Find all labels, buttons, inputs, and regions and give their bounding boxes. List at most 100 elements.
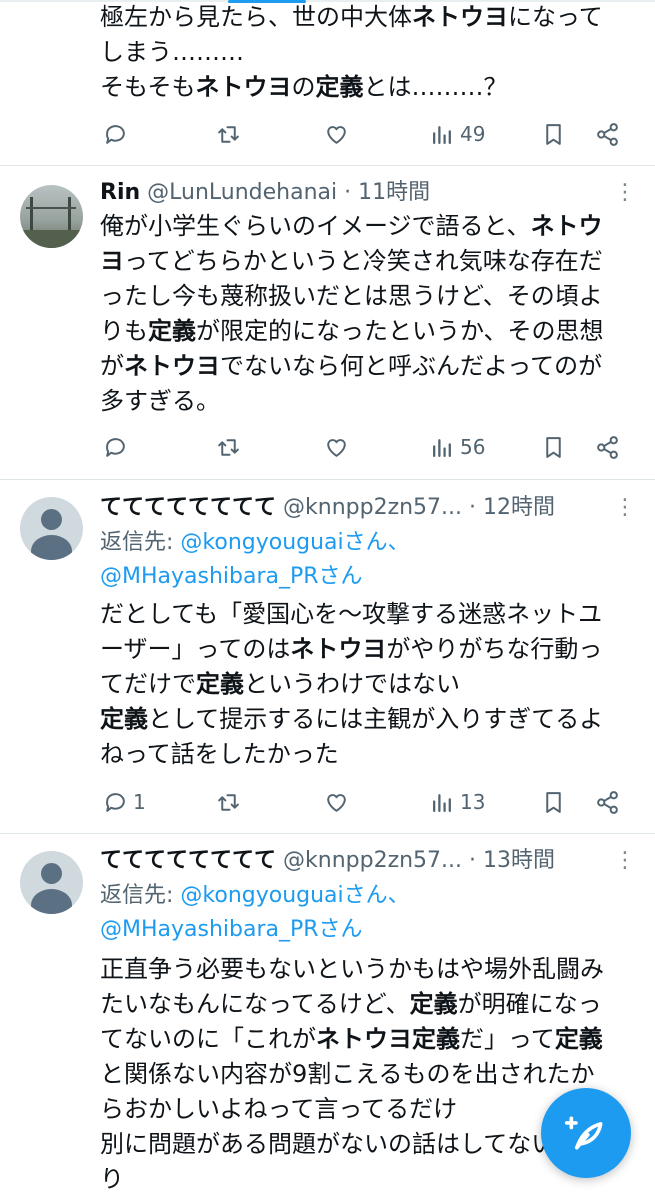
tweet-header: てててててててて @knnpp2zn57... · 13時間	[100, 844, 555, 878]
like-button[interactable]	[324, 429, 354, 465]
mention-link[interactable]: @kongyouguaiさん、	[180, 883, 409, 908]
tweet-actions: 49	[0, 116, 655, 152]
bookmark-button[interactable]	[541, 116, 566, 152]
text-segment: になって	[508, 3, 603, 31]
views-button[interactable]: 56	[430, 429, 485, 465]
bookmark-button[interactable]	[541, 784, 566, 820]
views-icon	[433, 438, 451, 457]
share-button[interactable]	[595, 784, 620, 820]
text-segment: が	[100, 352, 124, 380]
tweet-0[interactable]: 極左から見たら、世の中大体ネトウヨになって しまう……… そもそもネトウヨの定義とは…	[0, 0, 655, 166]
text-segment: として提示するには主観が入りすぎてるよ	[148, 705, 604, 733]
text-line: がネトウヨでないなら何と呼ぶんだよってのが	[100, 349, 645, 384]
keyword-highlight: ネトウヨ定義	[316, 1025, 460, 1053]
tweet-text: 俺が小学生ぐらいのイメージで語ると、ネトウヨってどちらかというと冷笑され気味な存…	[100, 209, 645, 419]
share-button[interactable]	[595, 429, 620, 465]
share-button[interactable]	[595, 116, 620, 152]
more-icon[interactable]: ⋮	[614, 495, 637, 520]
like-button[interactable]	[324, 784, 354, 820]
text-segment: 別に問題がある問題がないの話はしてないつも	[100, 1130, 604, 1158]
tweet-text: だとしても「愛国心を〜攻撃する迷惑ネットユ ーザー」ってのはネトウヨがやりがちな行…	[100, 597, 645, 772]
reply-context: 返信先: @kongyouguaiさん、	[100, 883, 410, 908]
tweet-actions: 1 13	[0, 784, 655, 820]
separator: ·	[469, 495, 477, 520]
keyword-highlight: ネトウヨ	[412, 3, 508, 31]
display-name[interactable]: てててててててて	[100, 848, 276, 873]
text-segment: が明確になっ	[457, 990, 602, 1018]
text-segment: 極左から見たら、世の中大体	[100, 3, 412, 31]
retweet-icon	[218, 125, 239, 143]
timestamp[interactable]: 12時間	[483, 495, 555, 520]
separator: ·	[344, 180, 352, 205]
text-line: 正直争う必要もないというかもはや場外乱闘み	[100, 952, 645, 987]
retweet-button[interactable]	[216, 784, 246, 820]
views-button[interactable]: 13	[430, 784, 485, 820]
text-segment: りも	[100, 317, 148, 345]
keyword-highlight: ネトウヨ	[195, 73, 292, 101]
tweet-2[interactable]: てててててててて @knnpp2zn57... · 12時間 ⋮ 返信先: @k…	[0, 480, 655, 834]
tweet-1[interactable]: Rin @LunLundehanai · 11時間 ⋮ 俺が小学生ぐらいのイメー…	[0, 166, 655, 480]
text-line: だとしても「愛国心を〜攻撃する迷惑ネットユ	[100, 597, 645, 632]
text-segment: ーザー」ってのは	[100, 635, 291, 663]
bookmark-icon	[546, 791, 561, 813]
text-segment: そもそも	[100, 73, 196, 101]
compose-button[interactable]	[541, 1088, 631, 1178]
keyword-highlight: 定義	[196, 670, 244, 698]
text-line: てだけで定義というわけではない	[100, 667, 645, 702]
keyword-highlight: 定義	[148, 317, 196, 345]
text-segment: とは………？	[363, 73, 508, 101]
text-segment: てないのに「これが	[100, 1025, 316, 1053]
user-handle[interactable]: @knnpp2zn57...	[283, 848, 462, 873]
text-segment: だ」って	[460, 1025, 555, 1053]
views-icon	[433, 125, 451, 144]
text-segment: 俺が小学生ぐらいのイメージで語ると、	[100, 212, 531, 240]
more-icon[interactable]: ⋮	[614, 848, 637, 873]
bookmark-button[interactable]	[541, 429, 566, 465]
more-icon[interactable]: ⋮	[614, 180, 637, 205]
reply-icon	[106, 437, 125, 457]
keyword-highlight: ヨ	[100, 247, 124, 275]
user-handle[interactable]: @LunLundehanai	[147, 180, 337, 205]
retweet-icon	[218, 793, 239, 811]
reply-icon	[106, 792, 125, 812]
text-line: ったし今も蔑称扱いだとは思うけど、その頃よ	[100, 279, 645, 314]
mention-link[interactable]: @MHayashibara_PRさん	[100, 564, 363, 589]
text-line: 極左から見たら、世の中大体ネトウヨになって	[100, 0, 645, 35]
avatar[interactable]	[20, 851, 83, 914]
like-button[interactable]	[324, 116, 354, 152]
display-name[interactable]: てててててててて	[100, 495, 276, 520]
compose-icon	[564, 1116, 603, 1150]
text-segment: が限定的になったというか、その思想	[196, 317, 604, 345]
mention-link[interactable]: @MHayashibara_PRさん	[100, 917, 363, 942]
mention-link[interactable]: @kongyouguaiさん、	[180, 530, 409, 555]
keyword-highlight: 定義	[315, 73, 364, 101]
keyword-highlight: ネトウヨ	[124, 352, 220, 380]
reply-button[interactable]: 1	[103, 784, 146, 820]
timestamp[interactable]: 11時間	[358, 180, 430, 205]
views-button[interactable]: 49	[430, 116, 485, 152]
keyword-highlight: ネトウ	[530, 212, 603, 240]
views-icon	[433, 793, 451, 812]
text-segment: というわけではない	[244, 670, 460, 698]
text-line: そもそもネトウヨの定義とは………？	[100, 70, 645, 105]
tweet-actions: 56	[0, 429, 655, 465]
avatar[interactable]	[20, 497, 83, 560]
display-name[interactable]: Rin	[100, 180, 140, 205]
timestamp[interactable]: 13時間	[483, 848, 555, 873]
text-segment: と関係ない内容が9割こえるものを出されたか	[100, 1060, 595, 1088]
reply-button[interactable]	[103, 116, 133, 152]
reply-icon	[106, 124, 125, 144]
keyword-highlight: 定義	[554, 1025, 603, 1053]
keyword-highlight: 定義	[409, 990, 458, 1018]
separator: ·	[469, 848, 477, 873]
text-line: 定義として提示するには主観が入りすぎてるよ	[100, 702, 645, 737]
avatar[interactable]	[20, 185, 83, 248]
retweet-button[interactable]	[216, 116, 246, 152]
user-handle[interactable]: @knnpp2zn57...	[283, 495, 462, 520]
text-line: ヨってどちらかというと冷笑され気味な存在だ	[100, 244, 645, 279]
bookmark-icon	[546, 436, 561, 458]
text-segment: たいなもんになってるけど、	[100, 990, 410, 1018]
reply-button[interactable]	[103, 429, 133, 465]
share-icon	[597, 790, 618, 814]
retweet-button[interactable]	[216, 429, 246, 465]
